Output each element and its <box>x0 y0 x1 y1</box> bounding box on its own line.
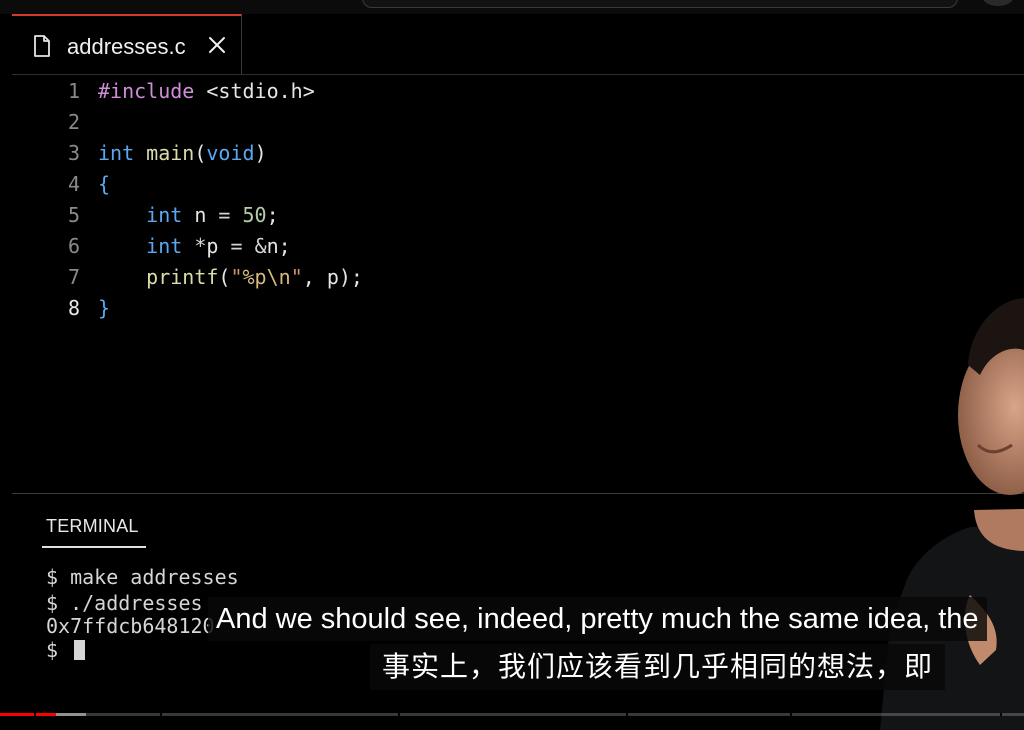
code-token: int <box>98 141 135 165</box>
chapter-marker <box>398 713 400 716</box>
code-text: int n = 50; <box>98 200 279 231</box>
code-token: n; <box>266 234 291 258</box>
line-number: 8 <box>67 296 80 320</box>
code-token: p <box>206 234 231 258</box>
chapter-marker <box>160 713 162 716</box>
tab-addresses-c[interactable]: addresses.c <box>12 14 242 74</box>
line-number: 1 <box>67 79 80 103</box>
terminal-line: 0x7ffdcb648120 <box>46 614 215 638</box>
line-number: 3 <box>67 141 80 165</box>
code-token: ( <box>218 265 231 289</box>
video-progress-bar[interactable] <box>0 713 1024 716</box>
search-bar-edge[interactable] <box>362 0 958 8</box>
video-frame: addresses.c 1 #include <stdio.h> 2 3 int mai… <box>0 0 1024 730</box>
code-token: = <box>230 234 243 258</box>
terminal-prompt: $ <box>46 638 71 662</box>
code-token: #include <box>98 79 195 103</box>
code-token: = <box>218 203 231 227</box>
subtitle-chinese: 事实上，我们应该看到几乎相同的想法，即 <box>370 644 946 690</box>
code-text: #include <stdio.h> <box>98 76 315 107</box>
code-token: <stdio.h> <box>194 79 315 103</box>
terminal-prompt-line[interactable]: $ <box>46 638 86 662</box>
code-token: " <box>230 265 243 289</box>
progress-played <box>0 713 56 716</box>
code-text: int *p = &n; <box>98 231 291 262</box>
code-token: 50 <box>242 203 267 227</box>
terminal-line: $ ./addresses <box>46 591 203 615</box>
line-number: 4 <box>67 172 80 196</box>
code-token: int <box>146 203 183 227</box>
code-token: int <box>146 234 183 258</box>
chapter-marker <box>626 713 628 716</box>
code-token: " <box>290 265 303 289</box>
line-number: 6 <box>67 234 80 258</box>
code-line[interactable]: 5 int n = 50; <box>12 200 1024 231</box>
code-token: printf <box>146 265 219 289</box>
progress-buffered <box>56 713 86 716</box>
code-token: , p); <box>302 265 363 289</box>
code-token: & <box>254 234 267 258</box>
code-line[interactable]: 1 #include <stdio.h> <box>12 76 1024 107</box>
code-text: printf("%p\n", p); <box>98 262 363 293</box>
line-number: 7 <box>67 265 80 289</box>
code-token: ( <box>194 141 207 165</box>
code-line[interactable]: 2 <box>12 107 1024 138</box>
code-token: %p\n <box>242 265 291 289</box>
code-line[interactable]: 6 int *p = &n; <box>12 231 1024 262</box>
code-token: void <box>206 141 255 165</box>
chapter-marker <box>34 713 36 716</box>
file-icon <box>34 35 50 57</box>
code-token: ; <box>266 203 279 227</box>
terminal-line: $ make addresses <box>46 565 239 589</box>
code-line[interactable]: 3 int main(void) <box>12 138 1024 169</box>
editor-tab-bar: addresses.c <box>12 14 1024 75</box>
code-text: } <box>98 293 110 324</box>
code-token: n <box>182 203 219 227</box>
chapter-marker <box>1000 713 1002 716</box>
code-token: ) <box>254 141 267 165</box>
code-text: int main(void) <box>98 138 267 169</box>
line-number: 5 <box>67 203 80 227</box>
line-number: 2 <box>67 110 80 134</box>
code-line[interactable]: 7 printf("%p\n", p); <box>12 262 1024 293</box>
code-text: { <box>98 169 110 200</box>
close-icon[interactable] <box>206 34 228 56</box>
code-token: } <box>98 296 111 320</box>
code-token: * <box>194 234 207 258</box>
terminal-tab[interactable]: TERMINAL <box>46 516 139 537</box>
terminal-cursor <box>74 640 86 660</box>
subtitle-english: And we should see, indeed, pretty much t… <box>208 597 987 641</box>
code-token: main <box>146 141 195 165</box>
terminal-tab-underline <box>42 546 146 548</box>
chapter-marker <box>790 713 792 716</box>
tab-filename: addresses.c <box>67 34 186 59</box>
code-line[interactable]: 4{ <box>12 169 1024 200</box>
code-token: { <box>98 172 111 196</box>
